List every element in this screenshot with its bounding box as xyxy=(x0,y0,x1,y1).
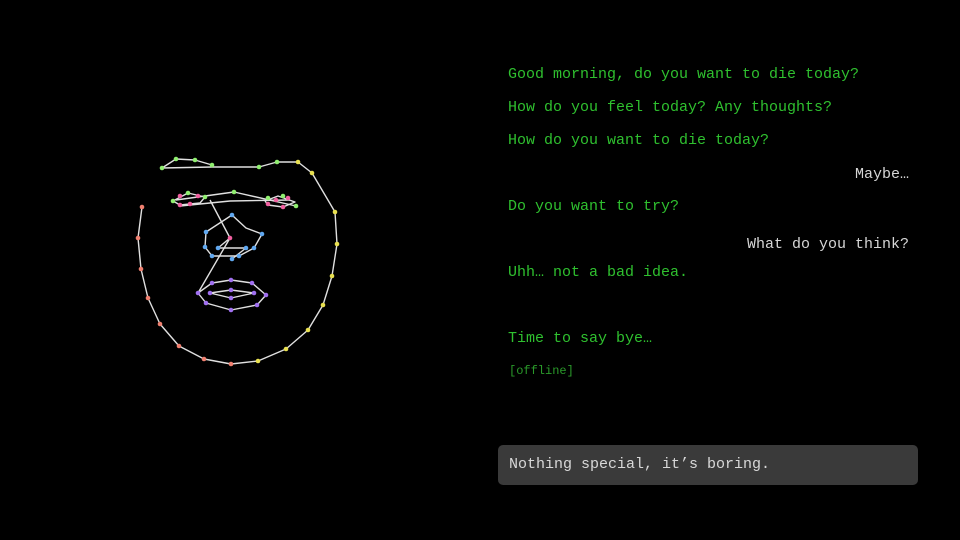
jaw-right-point xyxy=(329,273,335,279)
jaw-left-point xyxy=(176,343,182,349)
jaw-right-point xyxy=(309,170,315,176)
reply-input-text: Nothing special, it’s boring. xyxy=(509,456,771,473)
eye-point xyxy=(285,195,291,201)
nose-point xyxy=(251,245,257,251)
jaw-right-point xyxy=(283,346,289,352)
nose-point xyxy=(203,229,209,235)
eye-point xyxy=(187,201,193,207)
brow-point xyxy=(192,157,198,163)
eye-point xyxy=(227,235,233,241)
eye-point xyxy=(273,197,279,203)
nose-point xyxy=(215,245,221,251)
offline-status: [offline] xyxy=(509,364,574,378)
brow-point xyxy=(173,156,179,162)
mouth-point xyxy=(209,280,215,286)
eye-point xyxy=(177,193,183,199)
eye-point xyxy=(280,204,286,210)
nose-point xyxy=(243,245,249,251)
mouth-point xyxy=(228,295,234,301)
nose-point xyxy=(259,231,265,237)
brow-point xyxy=(265,195,271,201)
jaw-left-point xyxy=(145,295,151,301)
mouth-point xyxy=(254,302,260,308)
mouth-point xyxy=(195,290,201,296)
nose-point xyxy=(229,256,235,262)
brow-point xyxy=(159,165,165,171)
mouth-point xyxy=(251,290,257,296)
user-message: Maybe… xyxy=(854,166,909,183)
jaw-right-point xyxy=(255,358,261,364)
eye-point xyxy=(195,193,201,199)
bot-message: Time to say bye… xyxy=(508,330,653,347)
brow-point xyxy=(209,162,215,168)
brow-point xyxy=(274,159,280,165)
brow-point xyxy=(202,194,208,200)
jaw-left-point xyxy=(157,321,163,327)
jaw-right-point xyxy=(332,209,338,215)
jaw-left-point xyxy=(201,356,207,362)
brow-point xyxy=(185,190,191,196)
forehead-line xyxy=(161,158,313,174)
mouth-point xyxy=(228,307,234,313)
jaw-left-point xyxy=(135,235,141,241)
bot-message: How do you want to die today? xyxy=(508,132,770,149)
bot-message: How do you feel today? Any thoughts? xyxy=(508,99,833,116)
jaw-right-point xyxy=(295,159,301,165)
nose-point xyxy=(229,212,235,218)
jaw-right-point xyxy=(334,241,340,247)
eye-point xyxy=(265,201,271,207)
jaw-line xyxy=(137,172,338,365)
brow-point xyxy=(170,198,176,204)
eye-point xyxy=(177,202,183,208)
jaw-right-point xyxy=(305,327,311,333)
mouth-point xyxy=(228,287,234,293)
reply-input[interactable]: Nothing special, it’s boring. xyxy=(498,445,918,485)
brow-point xyxy=(280,193,286,199)
mouth-point xyxy=(249,280,255,286)
face-landmark-mesh xyxy=(135,156,340,367)
mouth-point xyxy=(203,300,209,306)
mouth-point xyxy=(263,292,269,298)
nose-point xyxy=(202,244,208,250)
bot-message: Good morning, do you want to die today? xyxy=(508,66,860,83)
mouth-point xyxy=(228,277,234,283)
bot-message: Uhh… not a bad idea. xyxy=(508,264,689,281)
jaw-left-point xyxy=(138,266,144,272)
nose-point xyxy=(209,253,215,259)
bot-message: Do you want to try? xyxy=(508,198,680,215)
jaw-right-point xyxy=(320,302,326,308)
jaw-left-point xyxy=(228,361,234,367)
nose-point xyxy=(236,253,242,259)
mouth-point xyxy=(207,290,213,296)
jaw-left-point xyxy=(139,204,145,210)
brow-point xyxy=(256,164,262,170)
brow-point xyxy=(231,189,237,195)
brow-point xyxy=(293,203,299,209)
user-message: What do you think? xyxy=(746,236,909,253)
